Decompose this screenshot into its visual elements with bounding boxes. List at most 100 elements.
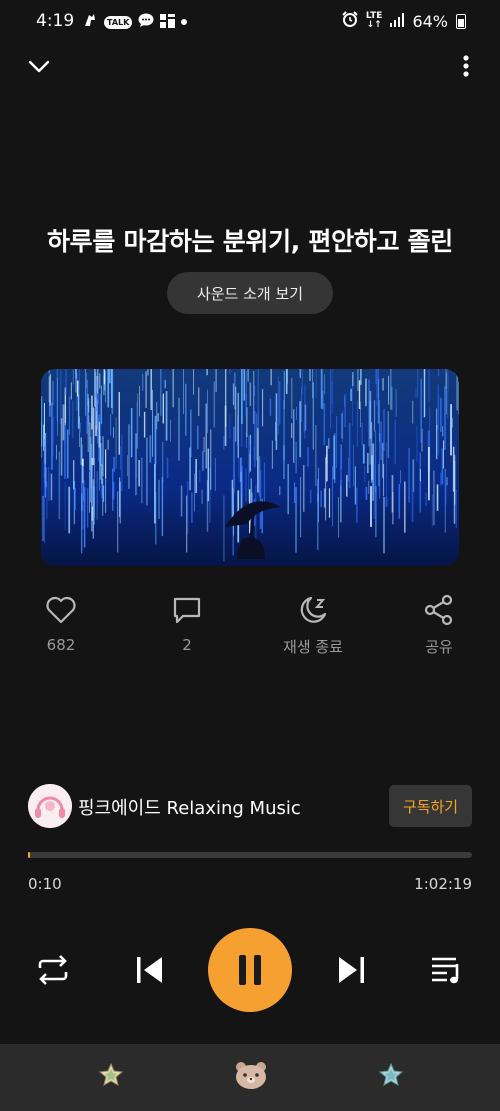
rain-streak xyxy=(249,382,252,407)
rain-streak xyxy=(210,429,212,490)
rain-streak xyxy=(103,369,105,385)
sleep-timer-button[interactable]: 재생 종료 xyxy=(268,593,358,657)
star-icon[interactable] xyxy=(98,1062,124,1092)
sound-intro-button[interactable]: 사운드 소개 보기 xyxy=(167,272,333,314)
rain-streak xyxy=(341,413,343,439)
pause-icon xyxy=(239,955,261,985)
rain-streak xyxy=(458,382,459,415)
rain-streak xyxy=(194,473,195,512)
rain-streak xyxy=(361,423,363,446)
rain-streak xyxy=(336,416,338,468)
rain-streak xyxy=(442,426,444,437)
rain-streak xyxy=(49,374,52,406)
collapse-chevron-down-icon[interactable] xyxy=(26,54,52,80)
rain-streak xyxy=(96,471,98,520)
rain-streak xyxy=(92,407,95,466)
share-button[interactable]: 공유 xyxy=(394,593,484,657)
rain-streak xyxy=(456,369,458,411)
rain-streak xyxy=(113,456,115,472)
rain-streak xyxy=(419,452,421,513)
rain-streak xyxy=(368,480,370,494)
total-time: 1:02:19 xyxy=(414,875,472,893)
rain-streak xyxy=(127,455,128,477)
bear-icon[interactable] xyxy=(234,1060,268,1094)
rain-streak xyxy=(383,464,385,497)
rain-streak xyxy=(68,486,71,534)
rain-streak xyxy=(87,401,89,452)
sleep-timer-label: 재생 종료 xyxy=(283,638,343,656)
rain-streak xyxy=(187,481,189,534)
rain-streak xyxy=(360,401,361,428)
rain-streak xyxy=(450,404,452,456)
pause-button[interactable] xyxy=(208,928,292,1012)
message-icon xyxy=(138,13,154,32)
rain-streak xyxy=(387,411,389,458)
channel-avatar[interactable] xyxy=(28,784,72,828)
rain-streak xyxy=(365,378,367,407)
rain-streak xyxy=(352,372,354,387)
rain-streak xyxy=(253,446,256,461)
rain-streak xyxy=(118,392,120,455)
playback-progress-bar[interactable] xyxy=(28,852,472,858)
rain-streak xyxy=(161,477,164,537)
rain-streak xyxy=(259,470,262,529)
rain-streak xyxy=(433,470,435,526)
rain-streak xyxy=(195,459,197,493)
system-icons: LTE ↓↑ 64% xyxy=(342,11,466,31)
rain-streak xyxy=(162,441,164,483)
more-notifications-dot xyxy=(181,19,188,25)
rain-streak xyxy=(166,457,169,479)
rain-streak xyxy=(383,497,385,554)
next-track-icon[interactable] xyxy=(336,955,366,989)
rain-streak xyxy=(147,369,149,376)
rain-streak xyxy=(448,375,449,392)
rain-streak xyxy=(43,424,44,451)
rain-streak xyxy=(94,369,96,393)
playback-controls xyxy=(0,928,500,1012)
rain-streak xyxy=(233,426,235,488)
rain-streak xyxy=(172,369,174,408)
rain-streak xyxy=(104,369,105,371)
more-options-icon[interactable] xyxy=(458,54,474,80)
playlist-icon[interactable] xyxy=(430,955,464,989)
rain-streak xyxy=(205,403,207,469)
rain-streak xyxy=(149,435,152,463)
rain-streak xyxy=(388,375,390,405)
rain-streak xyxy=(309,369,311,381)
rain-streak xyxy=(412,400,414,424)
rain-streak xyxy=(380,421,382,460)
rain-streak xyxy=(105,449,107,479)
rain-streak xyxy=(50,473,53,501)
star-icon-teal[interactable] xyxy=(378,1062,404,1092)
subscribe-button[interactable]: 구독하기 xyxy=(389,785,472,827)
rain-streak xyxy=(46,481,48,520)
rain-streak xyxy=(197,425,199,450)
rain-streak xyxy=(150,369,152,410)
rain-streak xyxy=(365,486,368,500)
rain-streak xyxy=(301,387,302,422)
rain-streak xyxy=(416,425,418,462)
repeat-icon[interactable] xyxy=(36,954,70,990)
previous-track-icon[interactable] xyxy=(135,955,165,989)
rain-streak xyxy=(451,418,453,428)
rain-streak xyxy=(323,374,326,395)
rain-streak xyxy=(436,424,438,460)
rain-streak xyxy=(379,400,380,442)
rain-streak xyxy=(60,369,62,425)
rain-streak xyxy=(112,482,115,500)
rain-streak xyxy=(423,369,426,418)
status-bar: 4:19 TALK LTE ↓↑ 64% xyxy=(0,0,500,44)
rain-streak xyxy=(139,386,140,417)
channel-name[interactable]: 핑크에이드 Relaxing Music xyxy=(78,794,301,820)
rain-streak xyxy=(213,381,215,428)
rain-streak xyxy=(310,489,312,504)
rain-streak xyxy=(299,369,301,378)
rain-streak xyxy=(428,369,430,402)
comment-button[interactable]: 2 xyxy=(142,593,232,654)
album-artwork xyxy=(41,369,459,566)
rain-streak xyxy=(201,489,203,504)
rain-streak xyxy=(447,369,449,419)
like-button[interactable]: 682 xyxy=(16,593,106,654)
rain-streak xyxy=(64,422,66,479)
rain-streak xyxy=(85,369,86,416)
